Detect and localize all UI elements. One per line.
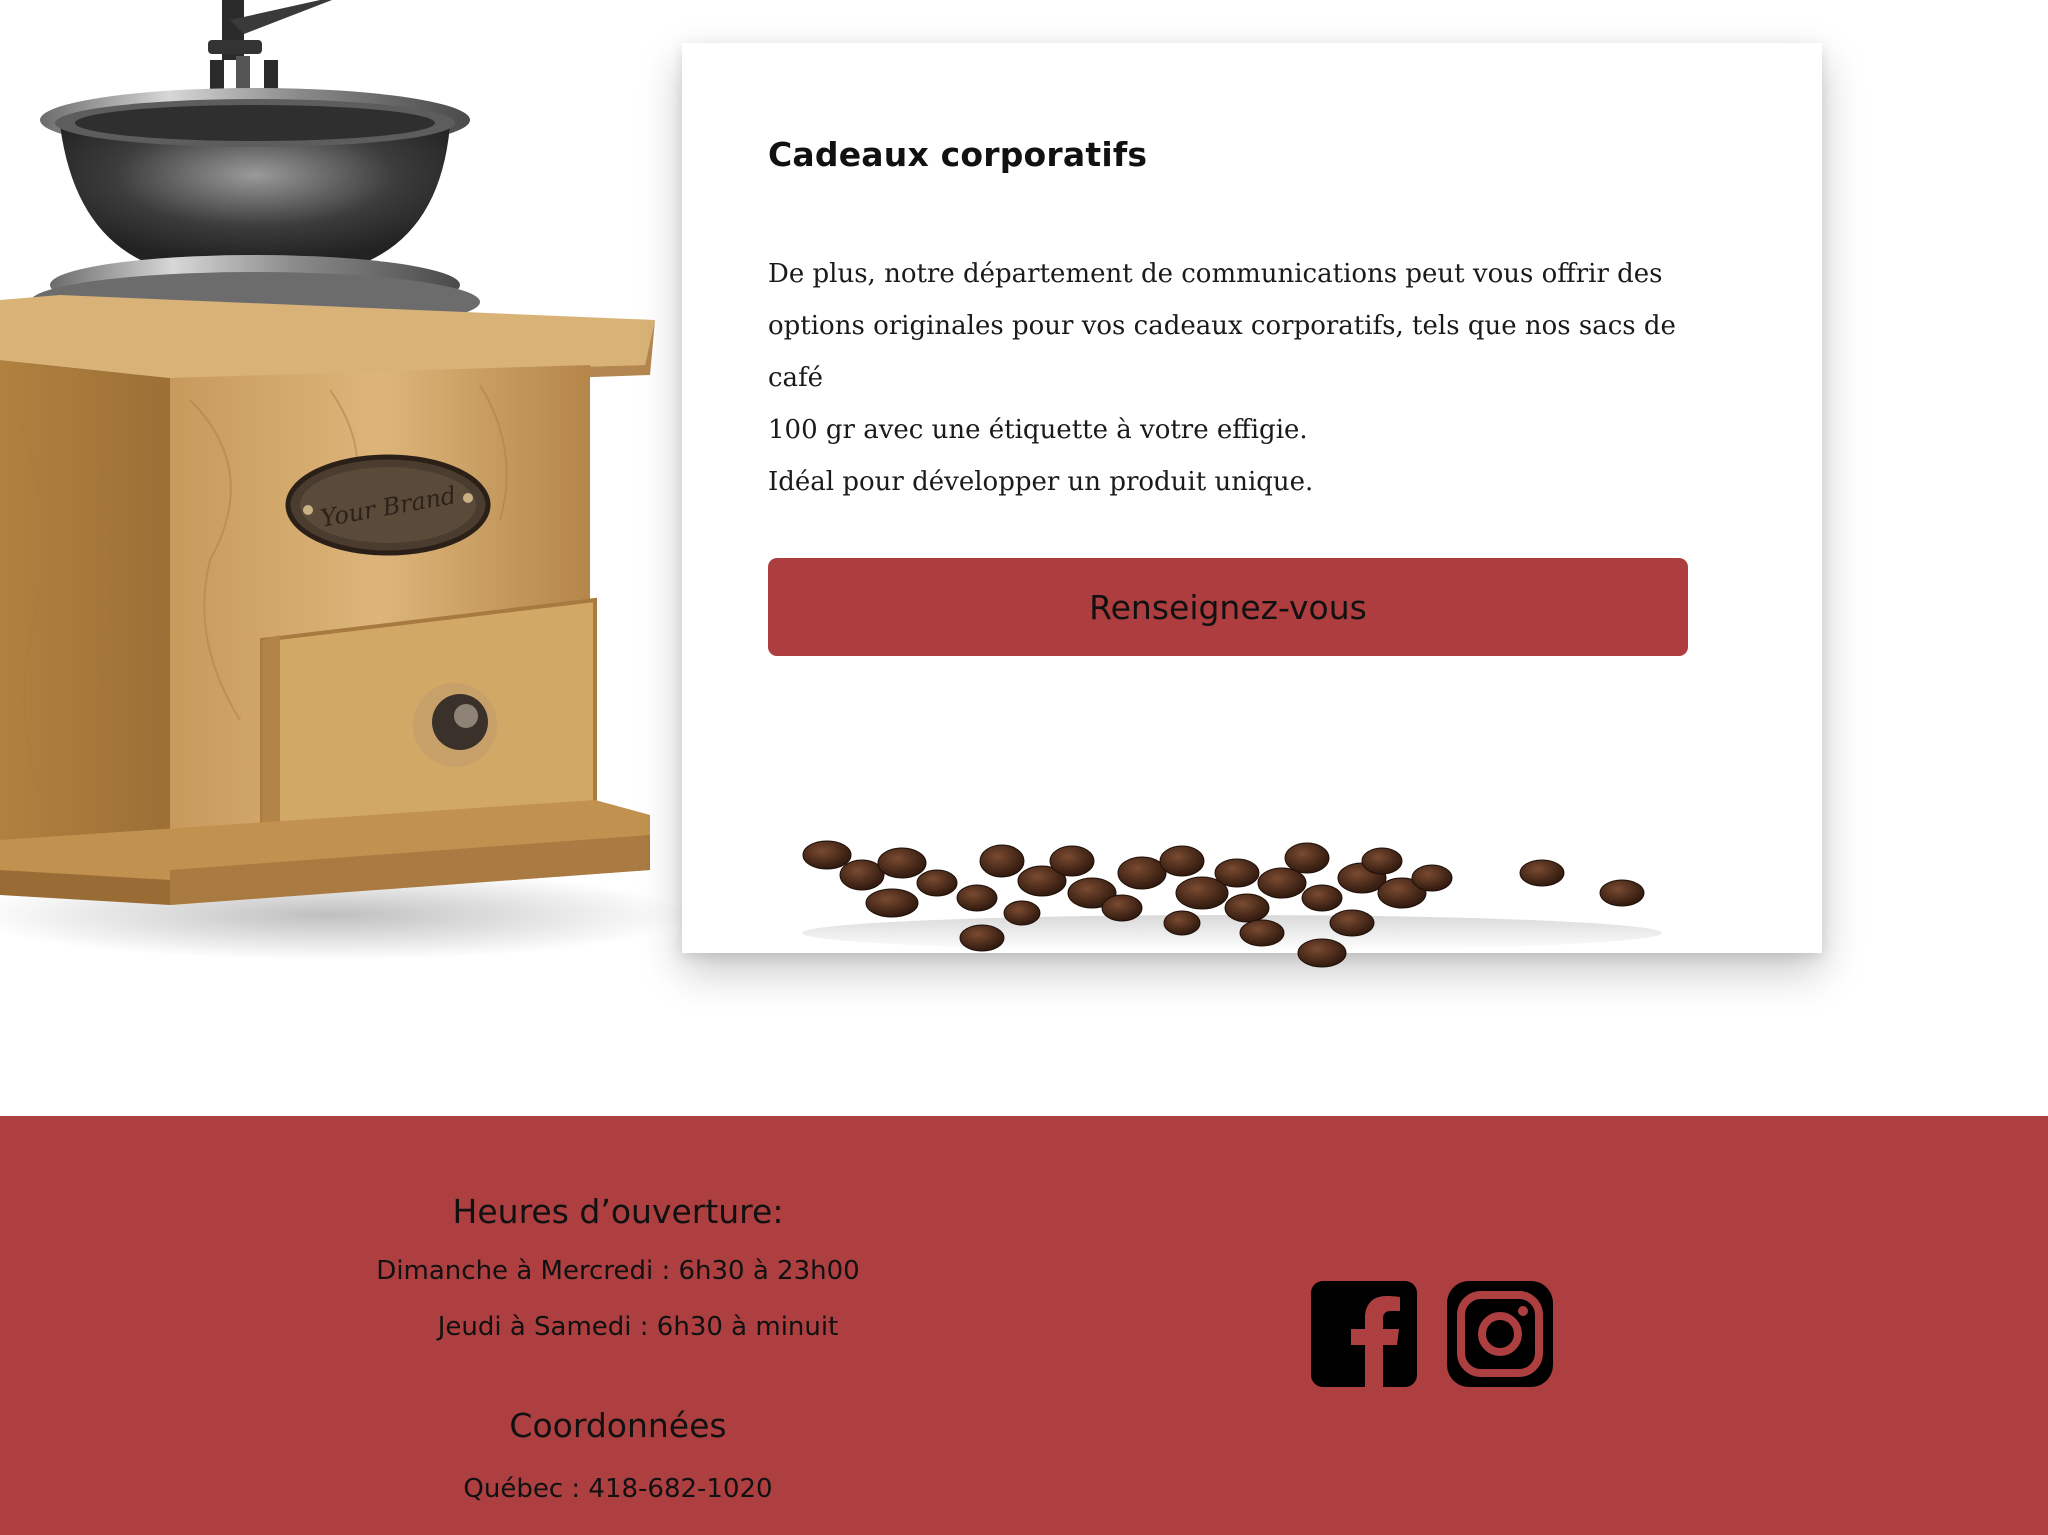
instagram-icon[interactable] bbox=[1447, 1281, 1553, 1387]
opening-hours-weekdays: Dimanche à Mercredi : 6h30 à 23h00 bbox=[376, 1256, 860, 1286]
facebook-icon[interactable] bbox=[1311, 1281, 1417, 1387]
opening-hours-title: Heures d’ouverture: bbox=[452, 1192, 784, 1231]
card-body-line: options originales pour vos cadeaux corp… bbox=[768, 311, 1676, 393]
learn-more-button[interactable]: Renseignez-vous bbox=[768, 558, 1688, 656]
social-links bbox=[1311, 1281, 1553, 1387]
site-footer: Heures d’ouverture: Dimanche à Mercredi … bbox=[0, 1116, 2048, 1535]
card-title: Cadeaux corporatifs bbox=[768, 135, 1148, 174]
coffee-beans-image bbox=[802, 840, 1662, 968]
coffee-grinder-image: Your Brand bbox=[0, 0, 690, 960]
card-body-line: De plus, notre département de communicat… bbox=[768, 259, 1663, 289]
card-body-text: De plus, notre département de communicat… bbox=[768, 248, 1698, 508]
card-body-line: 100 gr avec une étiquette à votre effigi… bbox=[768, 415, 1308, 445]
opening-hours-weekend: Jeudi à Samedi : 6h30 à minuit bbox=[437, 1312, 839, 1342]
contact-phone[interactable]: Québec : 418-682-1020 bbox=[318, 1474, 918, 1504]
card-body-line: Idéal pour développer un produit unique. bbox=[768, 467, 1314, 497]
corporate-gifts-card: Cadeaux corporatifs De plus, notre dépar… bbox=[682, 43, 1822, 968]
contact-title: Coordonnées bbox=[509, 1406, 727, 1445]
